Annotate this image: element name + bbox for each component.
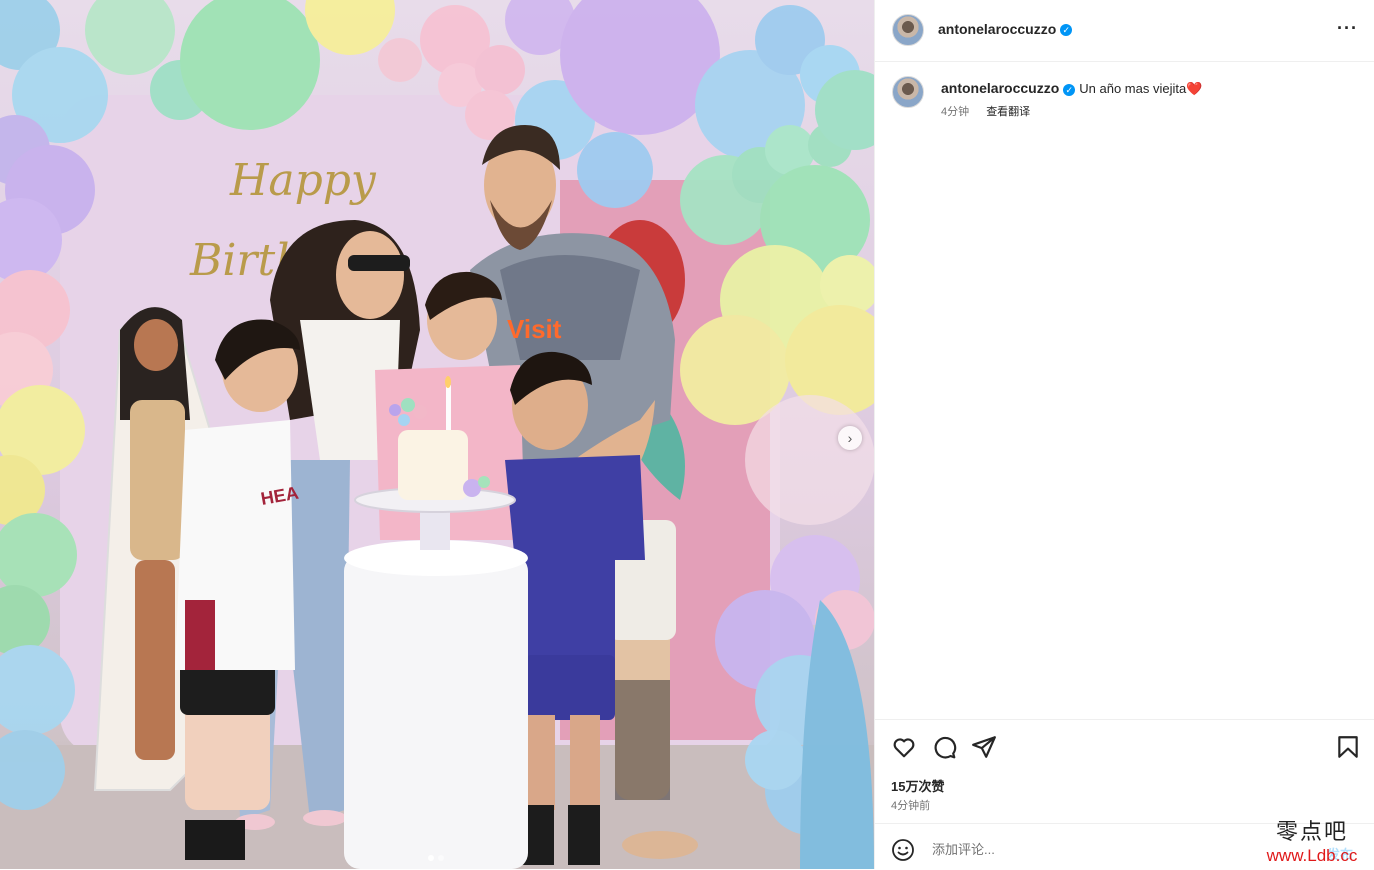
post-photo[interactable]: Happy Birthd Visit HEA › — [0, 0, 874, 869]
photo-illustration: Happy Birthd Visit HEA — [0, 0, 874, 869]
header-username[interactable]: antonelaroccuzzo ✓ — [938, 21, 1073, 37]
watermark-title: 零点吧 — [1275, 820, 1348, 845]
comment-input[interactable] — [930, 837, 1234, 861]
watermark-url: www.Ldb.cc — [1266, 846, 1358, 865]
share-icon[interactable] — [971, 734, 997, 760]
verified-badge-icon: ✓ — [1063, 83, 1076, 96]
caption-avatar[interactable] — [892, 76, 924, 108]
watermark: 零点吧 www.Ldb.cc — [1252, 820, 1372, 866]
carousel-dot — [438, 855, 444, 861]
carousel-next-button[interactable]: › — [838, 426, 862, 450]
carousel-dots — [428, 855, 444, 861]
emoji-icon[interactable] — [891, 838, 915, 862]
carousel-dot — [428, 855, 434, 861]
avatar[interactable] — [892, 14, 924, 46]
post-header: antonelaroccuzzo ✓ ··· — [875, 0, 1374, 62]
caption-line: antonelaroccuzzo ✓ Un año mas viejita❤️ — [941, 80, 1202, 97]
caption-meta: 4分钟 查看翻译 — [941, 103, 1044, 119]
heart-icon[interactable] — [891, 734, 917, 760]
banner-happy: Happy — [229, 155, 377, 206]
verified-badge-icon: ✓ — [1060, 24, 1073, 37]
caption-text: Un año mas viejita — [1079, 81, 1187, 96]
post-side-panel: antonelaroccuzzo ✓ ··· antonelaroccuzzo ✓ U… — [874, 0, 1374, 869]
more-options-button[interactable]: ··· — [1337, 18, 1358, 39]
like-count[interactable]: 15万次赞 — [891, 776, 944, 795]
shirt-print: Visit — [507, 314, 562, 344]
bookmark-icon[interactable] — [1335, 734, 1361, 760]
caption-time: 4分钟 — [941, 106, 970, 118]
caption-heart-emoji: ❤️ — [1186, 81, 1203, 96]
username-text[interactable]: antonelaroccuzzo — [938, 21, 1056, 37]
translate-link[interactable]: 查看翻译 — [986, 106, 1030, 118]
caption-username[interactable]: antonelaroccuzzo — [941, 80, 1059, 96]
action-bar: 15万次赞 4分钟前 — [875, 719, 1374, 824]
post-time: 4分钟前 — [891, 800, 931, 812]
comment-icon[interactable] — [931, 734, 957, 760]
